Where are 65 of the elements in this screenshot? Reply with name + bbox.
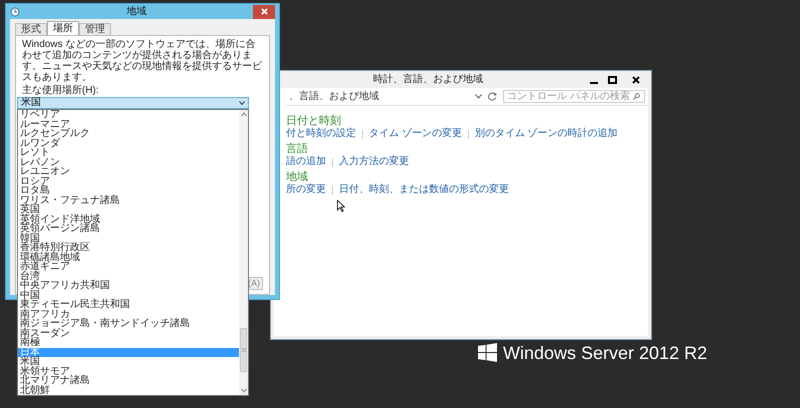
windows-logo-icon: [478, 343, 497, 362]
description-text: Windows などの一部のソフトウェアでは、場所に合わせて追加のコンテンツが提供される場合があります。ニュースや天気などの現地情報を提供するサービスもあります。: [22, 39, 263, 83]
section-heading[interactable]: 言語: [286, 142, 648, 156]
task-link[interactable]: 入力方法の変更: [339, 156, 409, 168]
location-combobox[interactable]: 米国: [17, 97, 249, 109]
dropdown-item[interactable]: 赤道ギニア: [18, 262, 239, 272]
dropdown-item[interactable]: 南アフリカ: [18, 310, 239, 319]
section-heading[interactable]: 地域: [286, 170, 648, 184]
dropdown-item[interactable]: 英領インド洋地域: [18, 214, 239, 224]
dropdown-item[interactable]: レソト: [18, 148, 239, 158]
dropdown-item[interactable]: ルーマニア: [18, 120, 239, 129]
search-field[interactable]: コントロール パネルの検索: [503, 90, 645, 103]
dropdown-item[interactable]: ロタ島: [18, 186, 239, 196]
dropdown-item[interactable]: ルワンダ: [18, 138, 239, 148]
location-label: 主な使用場所(H):: [22, 86, 100, 96]
dropdown-item[interactable]: 東ティモール民主共和国: [18, 300, 239, 310]
dropdown-item[interactable]: レバノン: [18, 158, 239, 167]
dropdown-caret-icon: [239, 101, 245, 105]
dropdown-item[interactable]: レユニオン: [18, 167, 239, 176]
mouse-cursor-icon: [337, 200, 345, 212]
task-link[interactable]: 別のタイム ゾーンの時計の追加: [474, 128, 618, 140]
dropdown-item[interactable]: 台湾: [18, 272, 239, 281]
grip-icon: [242, 348, 246, 352]
refresh-icon[interactable]: [488, 92, 497, 101]
dropdown-item[interactable]: 英領バージン諸島: [18, 224, 239, 234]
dropdown-item[interactable]: 中央アフリカ共和国: [18, 281, 239, 290]
address-bar[interactable]: 、言語、および地域: [289, 92, 469, 102]
dropdown-item[interactable]: 北朝鮮: [18, 386, 239, 395]
dropdown-item[interactable]: 韓国: [18, 234, 239, 243]
dropdown-item[interactable]: 南スーダン: [18, 328, 239, 338]
dropdown-item[interactable]: ワリス・フテュナ諸島: [18, 196, 239, 205]
close-icon: [632, 76, 640, 84]
dropdown-item[interactable]: 米領サモア: [18, 366, 239, 376]
dropdown-item[interactable]: 香港特別行政区: [18, 243, 239, 252]
scrollbar-thumb[interactable]: [240, 328, 247, 372]
task-link[interactable]: 日付、時刻、または数値の形式の変更: [339, 184, 509, 196]
dropdown-item[interactable]: 北マリアナ諸島: [18, 376, 239, 386]
branding-text: Windows Server 2012 R2: [503, 344, 708, 362]
maximize-icon: [608, 76, 616, 84]
task-link[interactable]: 語の追加: [286, 156, 326, 168]
dropdown-item[interactable]: 英国: [18, 205, 239, 214]
search-icon: [633, 93, 640, 100]
dropdown-item[interactable]: 南ジョージア島・南サンドイッチ諸島: [18, 319, 239, 328]
tab[interactable]: 場所: [47, 21, 79, 35]
scrollbar[interactable]: [239, 110, 248, 395]
dropdown-item[interactable]: ロシア: [18, 176, 239, 186]
window-title: 時計、言語、および地域: [372, 72, 484, 87]
dropdown-caret-icon[interactable]: [475, 94, 482, 99]
dropdown-item[interactable]: 南極: [18, 338, 239, 348]
dropdown-item[interactable]: リベリア: [18, 110, 239, 120]
task-link[interactable]: 所の変更: [286, 184, 326, 196]
tab[interactable]: 形式: [15, 23, 47, 35]
tab[interactable]: 管理: [79, 23, 111, 35]
task-link[interactable]: 付と時刻の設定: [286, 128, 356, 140]
scroll-up-icon[interactable]: [240, 110, 246, 119]
dropdown-item[interactable]: 米国: [18, 357, 239, 366]
scroll-down-icon[interactable]: [240, 386, 246, 395]
task-link[interactable]: タイム ゾーンの変更: [369, 128, 462, 140]
section-heading[interactable]: 日付と時刻: [286, 114, 648, 128]
dropdown-item[interactable]: 中国: [18, 290, 239, 300]
dialog-title: 地域: [126, 4, 148, 19]
minimize-icon: [590, 82, 598, 84]
close-icon: [260, 8, 268, 15]
dropdown-item[interactable]: ルクセンブルク: [18, 129, 239, 138]
dropdown-item[interactable]: 環礁諸島地域: [18, 252, 239, 262]
